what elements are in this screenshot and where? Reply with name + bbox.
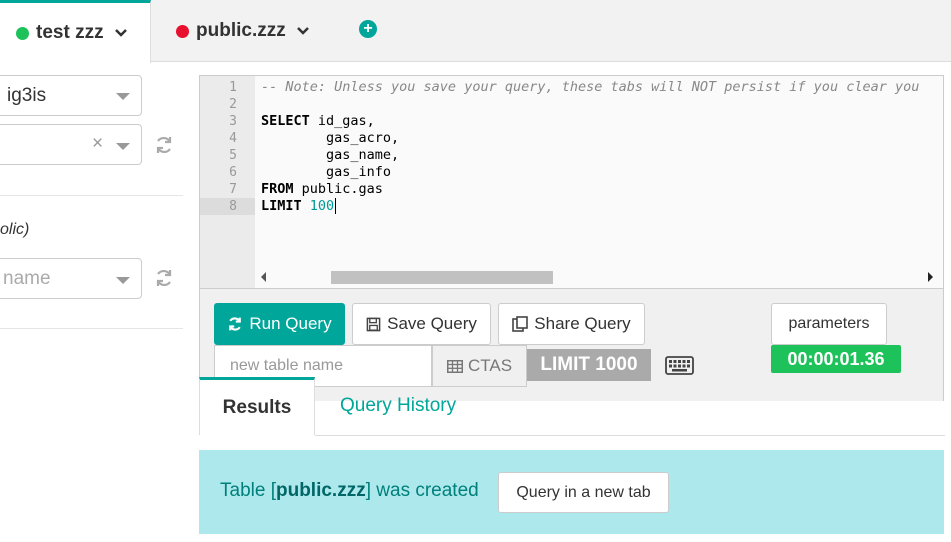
limit-label: LIMIT 1000 (540, 354, 638, 375)
chevron-down-icon[interactable] (114, 28, 128, 38)
run-query-label: Run Query (249, 314, 332, 333)
tabs-underline (315, 435, 945, 436)
query-in-new-tab-button[interactable]: Query in a new tab (498, 472, 669, 513)
refresh-icon[interactable] (154, 135, 174, 155)
status-dot-red-icon (176, 24, 189, 38)
caret-down-icon (116, 93, 130, 100)
alert-message: Table [public.zzz] was created (220, 480, 479, 501)
scrollbar-thumb[interactable] (331, 271, 553, 284)
caret-down-icon (116, 143, 130, 150)
divider (0, 328, 183, 329)
database-select-value: ig3is (7, 85, 47, 106)
clipboard-icon (512, 316, 529, 332)
schema-hint-text: olic) (0, 221, 30, 238)
limit-dropdown[interactable]: LIMIT 1000 (527, 349, 651, 381)
ctas-label: CTAS (467, 356, 513, 375)
table-select-placeholder: name (3, 268, 51, 289)
line-number: 4 (229, 131, 237, 146)
line-number: 7 (229, 182, 237, 197)
line-number-current: 8 (200, 198, 255, 215)
save-query-label: Save Query (387, 314, 477, 333)
tab-test-zzz[interactable]: test zzz (0, 0, 151, 63)
schema-select[interactable]: × (0, 124, 142, 165)
ctas-button[interactable]: CTAS (432, 345, 527, 387)
timer-value: 00:00:01.36 (787, 348, 885, 369)
code-line: gas_acro, (261, 130, 400, 146)
save-query-button[interactable]: Save Query (352, 303, 491, 345)
divider (0, 195, 183, 196)
code-comment-line: -- Note: Unless you save your query, the… (261, 79, 920, 95)
scroll-left-icon[interactable] (261, 272, 266, 282)
keyboard-icon[interactable] (665, 356, 694, 375)
chevron-down-icon[interactable] (296, 26, 310, 36)
sql-editor[interactable]: 1 2 3 4 5 6 7 8 -- Note: Unless you save… (199, 75, 944, 289)
clear-icon[interactable]: × (92, 133, 103, 155)
caret-down-icon (116, 277, 130, 284)
tab-label: test zzz (36, 22, 104, 43)
tab-results-label: Results (222, 396, 292, 418)
code-line: SELECT id_gas, (261, 113, 375, 129)
add-tab-plus-icon[interactable]: + (359, 20, 377, 38)
table-icon (446, 359, 463, 373)
parameters-button[interactable]: parameters (771, 303, 887, 345)
save-icon (366, 317, 381, 331)
share-query-button[interactable]: Share Query (498, 303, 645, 345)
line-number: 2 (229, 97, 237, 112)
refresh-icon[interactable] (154, 268, 174, 288)
tab-query-history[interactable]: Query History (340, 395, 456, 417)
code-line: FROM public.gas (261, 181, 383, 197)
line-number: 1 (229, 80, 237, 95)
query-in-new-tab-label: Query in a new tab (516, 483, 651, 501)
share-query-label: Share Query (534, 314, 631, 333)
tab-public-zzz[interactable]: public.zzz (176, 0, 310, 62)
query-timer: 00:00:01.36 (771, 345, 901, 373)
editor-gutter: 1 2 3 4 5 6 7 8 (200, 76, 255, 288)
scroll-right-icon[interactable] (928, 272, 933, 282)
refresh-icon (229, 317, 242, 331)
success-alert: Table [public.zzz] was created Query in … (199, 450, 944, 534)
table-select[interactable]: name (0, 258, 142, 299)
code-line: gas_name, (261, 147, 400, 163)
database-select[interactable]: ig3is (0, 75, 142, 116)
alert-table-name: public.zzz (275, 480, 366, 501)
text-cursor (335, 198, 337, 214)
tab-results[interactable]: Results (199, 377, 315, 435)
code-line: gas_info (261, 164, 392, 180)
line-number: 3 (229, 114, 237, 129)
status-dot-green-icon (16, 26, 29, 40)
new-table-name-placeholder: new table name (230, 357, 343, 374)
editor-horizontal-scrollbar[interactable] (255, 268, 943, 286)
tab-label: public.zzz (196, 20, 286, 41)
parameters-label: parameters (788, 315, 870, 332)
code-line: LIMIT 100 (261, 198, 337, 214)
run-query-button[interactable]: Run Query (214, 303, 345, 345)
line-number: 6 (229, 165, 237, 180)
line-number: 5 (229, 148, 237, 163)
